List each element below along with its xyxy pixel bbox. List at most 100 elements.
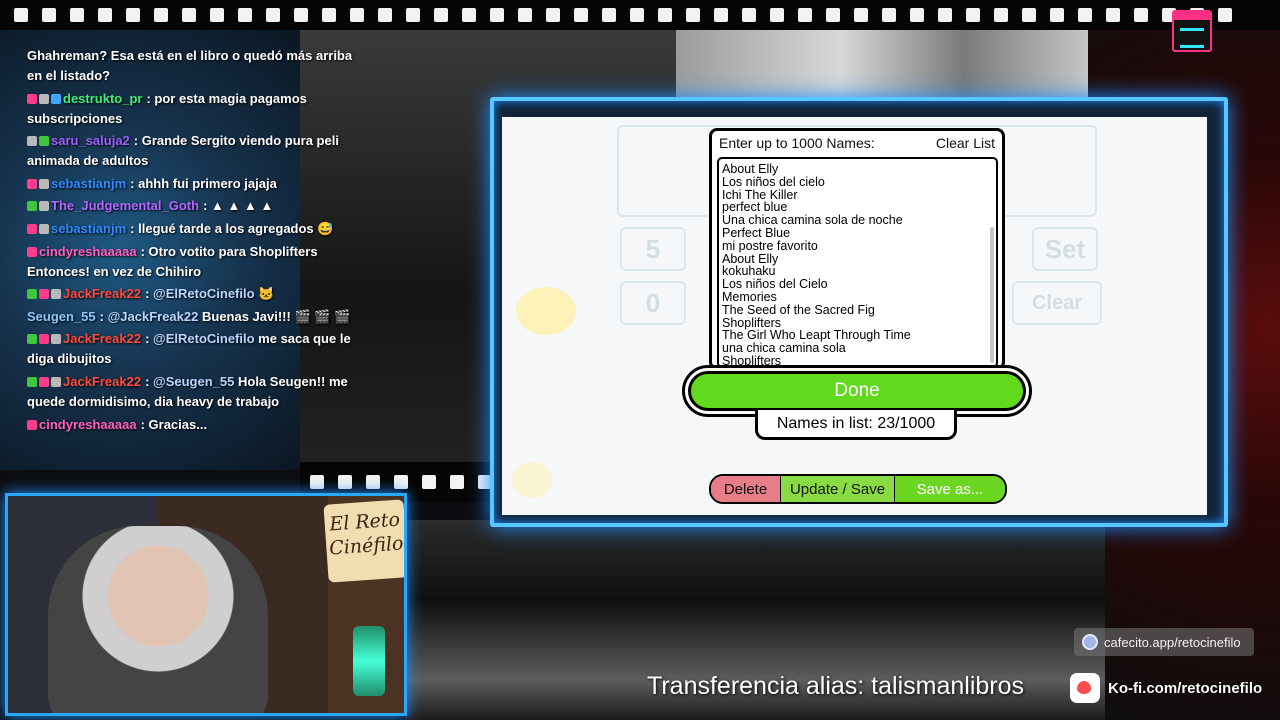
microphone-lamp bbox=[353, 626, 385, 696]
chat-badge-icon bbox=[39, 223, 49, 234]
transfer-alias-text: Transferencia alias: talismanlibros bbox=[647, 672, 1025, 700]
ghost-duck-small-icon bbox=[512, 462, 552, 498]
chat-username[interactable]: The_Judgemental_Goth bbox=[51, 198, 199, 213]
film-hole bbox=[70, 8, 84, 22]
film-hole bbox=[1050, 8, 1064, 22]
film-hole bbox=[238, 8, 252, 22]
ghost-duck-icon bbox=[516, 287, 576, 335]
delete-button[interactable]: Delete bbox=[711, 476, 781, 502]
chat-badge-icon bbox=[27, 419, 37, 430]
chat-badge-icon bbox=[39, 376, 49, 387]
wheel-app-frame: 5 0 Set Clear Enter up to 1000 Names: Cl… bbox=[490, 97, 1228, 527]
save-as-button[interactable]: Save as... bbox=[895, 476, 1005, 502]
chat-username[interactable]: JackFreak22 bbox=[63, 286, 141, 301]
film-hole bbox=[182, 8, 196, 22]
chat-badge-icon bbox=[27, 178, 37, 189]
kofi-text: Ko-fi.com/retocinefilo bbox=[1108, 679, 1263, 697]
chat-badge-icon bbox=[39, 289, 49, 300]
film-hole bbox=[154, 8, 168, 22]
film-hole bbox=[378, 8, 392, 22]
name-entry: About Elly bbox=[722, 162, 779, 176]
film-hole bbox=[1218, 8, 1232, 22]
names-textarea[interactable]: About Elly Los niños del cielo Ichi The Ki… bbox=[717, 157, 998, 368]
chat-badge-icon bbox=[51, 334, 61, 345]
chat-message: destrukto_pr: por esta magia pagamos sub… bbox=[27, 90, 307, 126]
ghost-clear-button: Clear bbox=[1012, 281, 1102, 325]
chat-panel: Ghahreman? Esa está en el libro o quedó … bbox=[0, 46, 378, 460]
chat-badge-icon bbox=[27, 376, 37, 387]
film-hole bbox=[462, 8, 476, 22]
clear-list-button[interactable]: Clear List bbox=[936, 135, 995, 155]
chat-message: cindyreshaaaaa: Otro votito para Shoplif… bbox=[27, 243, 318, 279]
chat-message: sebastianjm: llegué tarde a los agregado… bbox=[27, 219, 360, 239]
film-hole bbox=[518, 8, 532, 22]
chat-username[interactable]: JackFreak22 bbox=[63, 374, 141, 389]
chat-username[interactable]: JackFreak22 bbox=[63, 331, 141, 346]
film-hole bbox=[826, 8, 840, 22]
streamer-person bbox=[48, 526, 268, 713]
chat-mention: @Seugen_55 bbox=[153, 373, 235, 389]
film-hole bbox=[966, 8, 980, 22]
name-entry: mi postre favorito bbox=[722, 238, 818, 253]
film-hole bbox=[1022, 8, 1036, 22]
film-hole bbox=[770, 8, 784, 22]
chat-badge-icon bbox=[39, 93, 49, 104]
chat-text: Buenas Javi!!! 🎬 🎬 🎬 bbox=[201, 308, 351, 324]
film-hole bbox=[434, 8, 448, 22]
film-hole bbox=[1134, 8, 1148, 22]
chat-badge-icon bbox=[27, 246, 37, 257]
chat-username[interactable]: sebastianjm bbox=[51, 176, 126, 191]
update-save-button[interactable]: Update / Save bbox=[781, 476, 895, 502]
film-hole bbox=[14, 8, 28, 22]
chat-badge-icon bbox=[39, 334, 49, 345]
chat-username[interactable]: cindyreshaaaaa bbox=[39, 244, 137, 259]
name-entry: Perfect Blue bbox=[722, 225, 791, 240]
chat-text: 🐱 bbox=[258, 286, 275, 302]
film-hole bbox=[350, 8, 364, 22]
chat-message: Ghahreman? Esa está en el libro o quedó … bbox=[27, 46, 360, 86]
chat-text: Ghahreman? Esa está en el libro o quedó … bbox=[27, 48, 353, 83]
film-hole bbox=[126, 8, 140, 22]
film-hole bbox=[938, 8, 952, 22]
done-button[interactable]: Done bbox=[688, 371, 1026, 411]
film-strip-top bbox=[0, 0, 1280, 30]
kofi-link: Ko-fi.com/retocinefilo bbox=[1070, 673, 1262, 703]
chat-badge-icon bbox=[51, 376, 61, 387]
film-hole bbox=[294, 8, 308, 22]
chat-mention: @ElRetoCinefilo bbox=[153, 286, 255, 302]
film-hole bbox=[994, 8, 1008, 22]
names-panel: Enter up to 1000 Names: Clear List About… bbox=[709, 128, 1005, 370]
chat-username[interactable]: saru_saluja2 bbox=[51, 133, 130, 148]
chat-username[interactable]: Seugen_55 bbox=[27, 309, 96, 324]
chat-username[interactable]: sebastianjm bbox=[51, 221, 126, 236]
chat-message: The_Judgemental_Goth: ▲ ▲ ▲ ▲ bbox=[27, 196, 360, 216]
film-hole bbox=[714, 8, 728, 22]
names-scrollbar[interactable] bbox=[990, 227, 994, 363]
chat-badge-icon bbox=[27, 223, 37, 234]
chat-badge-icon bbox=[27, 201, 37, 212]
chat-message: JackFreak22: @Seugen_55 Hola Seugen!! me… bbox=[27, 373, 348, 409]
names-count: Names in list: 23/1000 bbox=[755, 410, 957, 440]
kofi-cup-icon bbox=[1070, 673, 1100, 703]
film-hole bbox=[1106, 8, 1120, 22]
cafecito-icon bbox=[1082, 634, 1098, 650]
film-hole bbox=[210, 8, 224, 22]
film-hole bbox=[910, 8, 924, 22]
film-hole bbox=[310, 475, 324, 489]
chat-mention: @JackFreak22 bbox=[107, 308, 199, 324]
chat-message: JackFreak22: @ElRetoCinefilo 🐱 bbox=[27, 284, 360, 304]
chat-mention: @ElRetoCinefilo bbox=[153, 331, 255, 347]
chat-username[interactable]: destrukto_pr bbox=[63, 91, 142, 106]
ghost-field-5: 5 bbox=[620, 227, 686, 271]
chat-badge-icon bbox=[39, 136, 49, 147]
name-entry: The Seed of the Sacred Fig bbox=[722, 302, 875, 317]
cafecito-link: cafecito.app/retocinefilo bbox=[1074, 628, 1254, 656]
film-hole bbox=[546, 8, 560, 22]
cafecito-text: cafecito.app/retocinefilo bbox=[1104, 634, 1241, 650]
webcam-sign: El Reto Cinéfilo bbox=[323, 499, 404, 583]
chat-badge-icon bbox=[39, 178, 49, 189]
chat-username[interactable]: cindyreshaaaaa bbox=[39, 417, 137, 432]
film-hole bbox=[98, 8, 112, 22]
film-hole bbox=[686, 8, 700, 22]
film-hole bbox=[366, 475, 380, 489]
